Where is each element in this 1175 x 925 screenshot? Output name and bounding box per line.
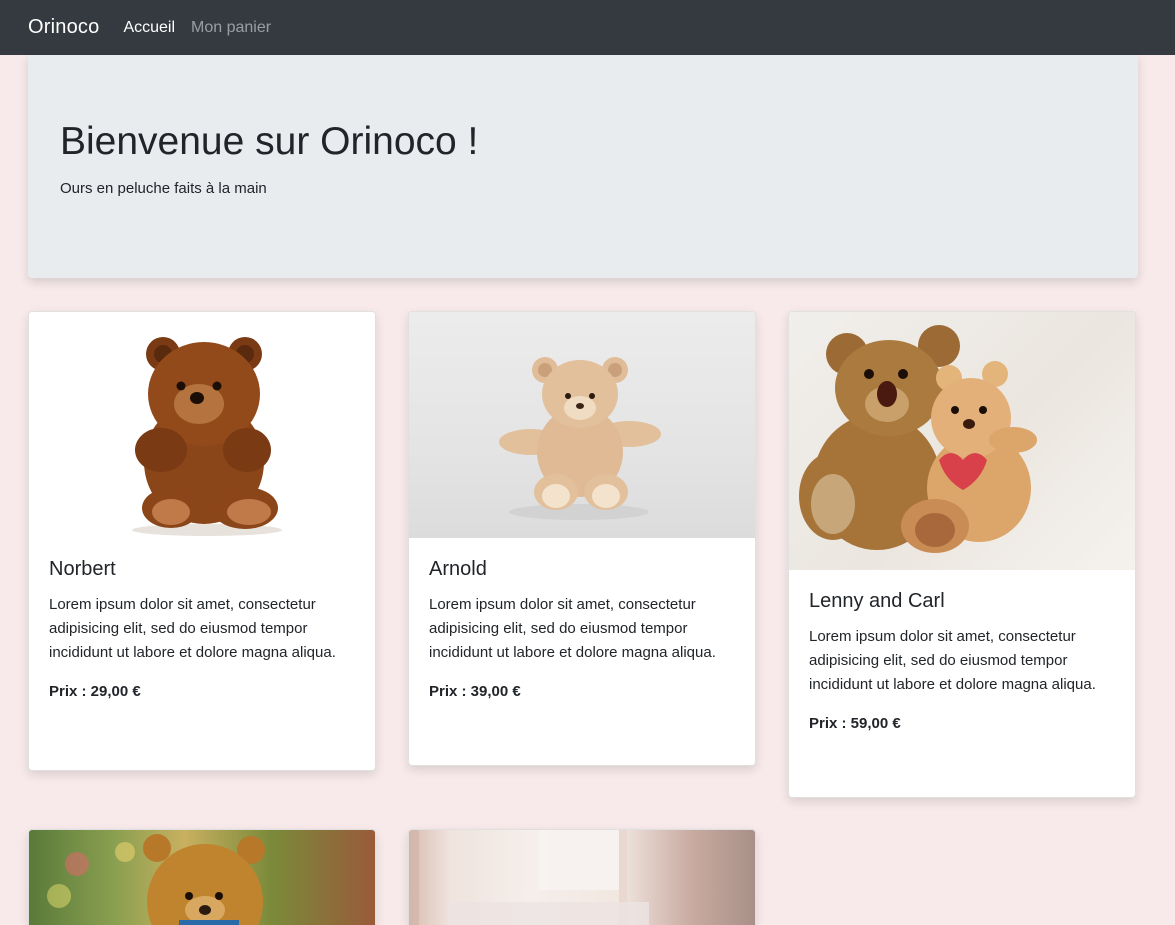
navbar: Orinoco Accueil Mon panier — [0, 0, 1175, 55]
teddy-bear-image — [47, 834, 265, 925]
product-description: Lorem ipsum dolor sit amet, consectetur … — [429, 596, 716, 661]
teddy-bear-image — [132, 337, 282, 536]
card-body: Lenny and Carl Lorem ipsum dolor sit ame… — [789, 570, 1135, 732]
nav-link-mon-panier[interactable]: Mon panier — [191, 19, 271, 37]
product-name: Arnold — [429, 558, 487, 580]
jumbotron: Bienvenue sur Orinoco ! Ours en peluche … — [28, 55, 1138, 278]
product-image[interactable] — [789, 312, 1135, 570]
product-description: Lorem ipsum dolor sit amet, consectetur … — [49, 596, 336, 661]
nav-link-accueil[interactable]: Accueil — [123, 19, 175, 37]
product-card[interactable]: Lenny and Carl Lorem ipsum dolor sit ame… — [788, 311, 1136, 798]
product-image[interactable] — [29, 830, 375, 925]
brand-logo[interactable]: Orinoco — [28, 16, 99, 39]
room-curtain-image — [409, 830, 649, 925]
product-card[interactable] — [408, 829, 756, 925]
product-image[interactable] — [409, 830, 755, 925]
product-card[interactable] — [28, 829, 376, 925]
product-description: Lorem ipsum dolor sit amet, consectetur … — [809, 628, 1096, 693]
card-body: Norbert Lorem ipsum dolor sit amet, cons… — [29, 538, 375, 700]
teddy-bear-image — [499, 357, 661, 520]
page-title: Bienvenue sur Orinoco ! — [60, 120, 479, 163]
page-subtitle: Ours en peluche faits à la main — [60, 179, 267, 197]
card-body: Arnold Lorem ipsum dolor sit amet, conse… — [409, 538, 755, 700]
product-image[interactable] — [409, 312, 755, 538]
product-name: Norbert — [49, 558, 116, 580]
product-image[interactable] — [29, 312, 375, 538]
product-name: Lenny and Carl — [809, 590, 945, 612]
product-price: Prix : 29,00 € — [49, 683, 141, 700]
product-card[interactable]: Arnold Lorem ipsum dolor sit amet, conse… — [408, 311, 756, 766]
product-card[interactable]: Norbert Lorem ipsum dolor sit amet, cons… — [28, 311, 376, 771]
product-price: Prix : 59,00 € — [809, 715, 901, 732]
product-price: Prix : 39,00 € — [429, 683, 521, 700]
teddy-bears-image — [799, 325, 1037, 553]
